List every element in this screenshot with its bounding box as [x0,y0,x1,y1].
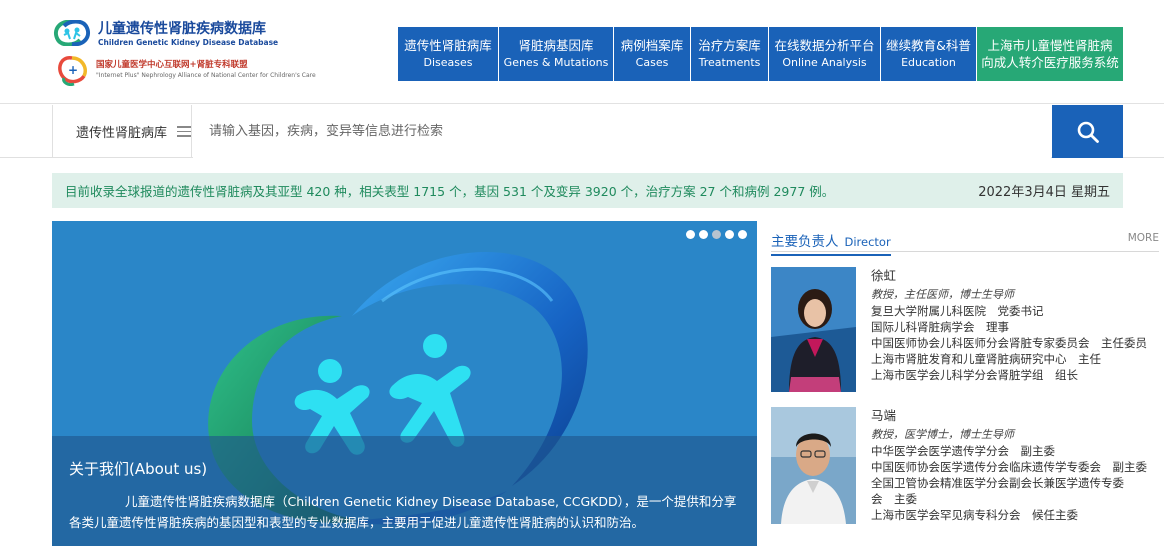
director-card[interactable]: 徐虹 教授，主任医师，博士生导师 复旦大学附属儿科医院 党委书记 国际儿科肾脏病… [771,267,1164,392]
svg-text:+: + [68,63,78,77]
alliance-title-en: "Internet Plus" Nephrology Alliance of N… [96,72,316,79]
search-button[interactable] [1052,105,1123,158]
logo-mark-icon [53,20,91,46]
about-us-text: 儿童遗传性肾脏疾病数据库（Children Genetic Kidney Dis… [69,494,737,530]
logo-title-en: Children Genetic Kidney Disease Database [98,38,279,47]
director-name[interactable]: 马端 [871,407,1161,424]
about-us-title[interactable]: 关于我们(About us) [69,458,740,479]
director-position: 上海市医学会罕见病专科分会 候任主委 [871,508,1078,522]
main-nav: 遗传性肾脏病库 Diseases 肾脏病基因库 Genes & Mutation… [398,27,1123,81]
nav-label-cn: 在线数据分析平台 [774,38,875,53]
nav-label-cn: 继续教育&科普 [886,38,971,53]
director-title-en: Director [844,235,891,249]
nav-label-en: Diseases [423,56,473,69]
search-category-label: 遗传性肾脏病库 [76,126,168,141]
site-header: 儿童遗传性肾脏疾病数据库 Children Genetic Kidney Dis… [0,0,1164,104]
stats-strip: 目前收录全球报道的遗传性肾脏病及其亚型 420 种，相关表型 1715 个，基因… [52,173,1123,208]
nav-label-en: Online Analysis [782,56,867,69]
nav-label-cn: 治疗方案库 [698,38,761,53]
director-title-cn: 主要负责人 [771,234,839,250]
director-position: 会 主委 [871,492,917,506]
menu-icon [177,126,191,137]
director-position: 中华医学会医学遗传学分会 副主委 [871,444,1055,458]
director-photo [771,267,856,392]
director-position: 上海市肾脏发育和儿童肾脏病研究中心 主任 [871,352,1101,366]
director-photo [771,407,856,524]
director-position: 上海市医学会儿科学分会肾脏学组 组长 [871,368,1078,382]
nav-label-line1: 上海市儿童慢性肾脏病 [987,38,1113,53]
nav-item-cases[interactable]: 病例档案库 Cases [614,27,691,81]
director-section-title: 主要负责人 Director [771,230,891,256]
nav-label-cn: 遗传性肾脏病库 [404,38,492,53]
director-name[interactable]: 徐虹 [871,267,1161,284]
search-input[interactable] [193,105,1051,158]
nav-label-en: Treatments [698,56,761,69]
director-position: 全国卫管协会精准医学分会副会长兼医学遗传专委 [871,476,1124,490]
director-role: 教授，主任医师，博士生导师 [871,288,1014,301]
nav-item-education[interactable]: 继续教育&科普 Education [881,27,977,81]
nav-item-online-analysis[interactable]: 在线数据分析平台 Online Analysis [769,27,881,81]
director-role: 教授，医学博士，博士生导师 [871,428,1014,441]
nav-item-transfer-system[interactable]: 上海市儿童慢性肾脏病 向成人转介医疗服务系统 [977,27,1123,81]
director-info: 徐虹 教授，主任医师，博士生导师 复旦大学附属儿科医院 党委书记 国际儿科肾脏病… [871,267,1161,383]
director-info: 马端 教授，医学博士，博士生导师 中华医学会医学遗传学分会 副主委 中国医师协会… [871,407,1161,523]
search-bar: 遗传性肾脏病库 [0,105,1164,158]
hero-carousel[interactable]: 关于我们(About us) 儿童遗传性肾脏疾病数据库（Children Gen… [52,221,757,546]
about-us-panel: 关于我们(About us) 儿童遗传性肾脏疾病数据库（Children Gen… [52,436,757,546]
more-link[interactable]: MORE [1128,232,1159,244]
carousel-dots [686,230,747,239]
current-date: 2022年3月4日 星期五 [978,185,1110,200]
carousel-dot-active[interactable] [712,230,721,239]
stats-text: 目前收录全球报道的遗传性肾脏病及其亚型 420 种，相关表型 1715 个，基因… [65,184,835,199]
site-logo[interactable]: 儿童遗传性肾脏疾病数据库 Children Genetic Kidney Dis… [52,16,352,88]
nav-label-line2: 向成人转介医疗服务系统 [981,55,1119,70]
director-position: 复旦大学附属儿科医院 党委书记 [871,304,1044,318]
nav-item-diseases[interactable]: 遗传性肾脏病库 Diseases [398,27,499,81]
carousel-dot[interactable] [738,230,747,239]
director-section-header: 主要负责人 Director MORE [771,228,1159,256]
alliance-logo-icon: + [58,56,87,86]
carousel-dot[interactable] [725,230,734,239]
alliance-title-cn: 国家儿童医学中心互联网+肾脏专科联盟 [96,60,248,70]
search-icon [1077,121,1099,143]
nav-label-cn: 肾脏病基因库 [518,38,594,53]
logo-title-cn: 儿童遗传性肾脏疾病数据库 [98,21,266,37]
nav-label-en: Cases [635,56,669,69]
nav-label-en: Genes & Mutations [503,56,609,69]
director-card[interactable]: 马端 教授，医学博士，博士生导师 中华医学会医学遗传学分会 副主委 中国医师协会… [771,407,1164,525]
carousel-dot[interactable] [686,230,695,239]
nav-label-en: Education [901,56,956,69]
director-position: 国际儿科肾脏病学会 理事 [871,320,1009,334]
nav-label-cn: 病例档案库 [620,38,684,53]
director-position: 中国医师协会儿科医师分会肾脏专家委员会 主任委员 [871,336,1147,350]
nav-item-treatments[interactable]: 治疗方案库 Treatments [691,27,769,81]
director-position: 中国医师协会医学遗传分会临床遗传学专委会 副主委 [871,460,1147,474]
search-category-select[interactable]: 遗传性肾脏病库 [52,105,192,158]
carousel-dot[interactable] [699,230,708,239]
nav-item-genes[interactable]: 肾脏病基因库 Genes & Mutations [499,27,614,81]
